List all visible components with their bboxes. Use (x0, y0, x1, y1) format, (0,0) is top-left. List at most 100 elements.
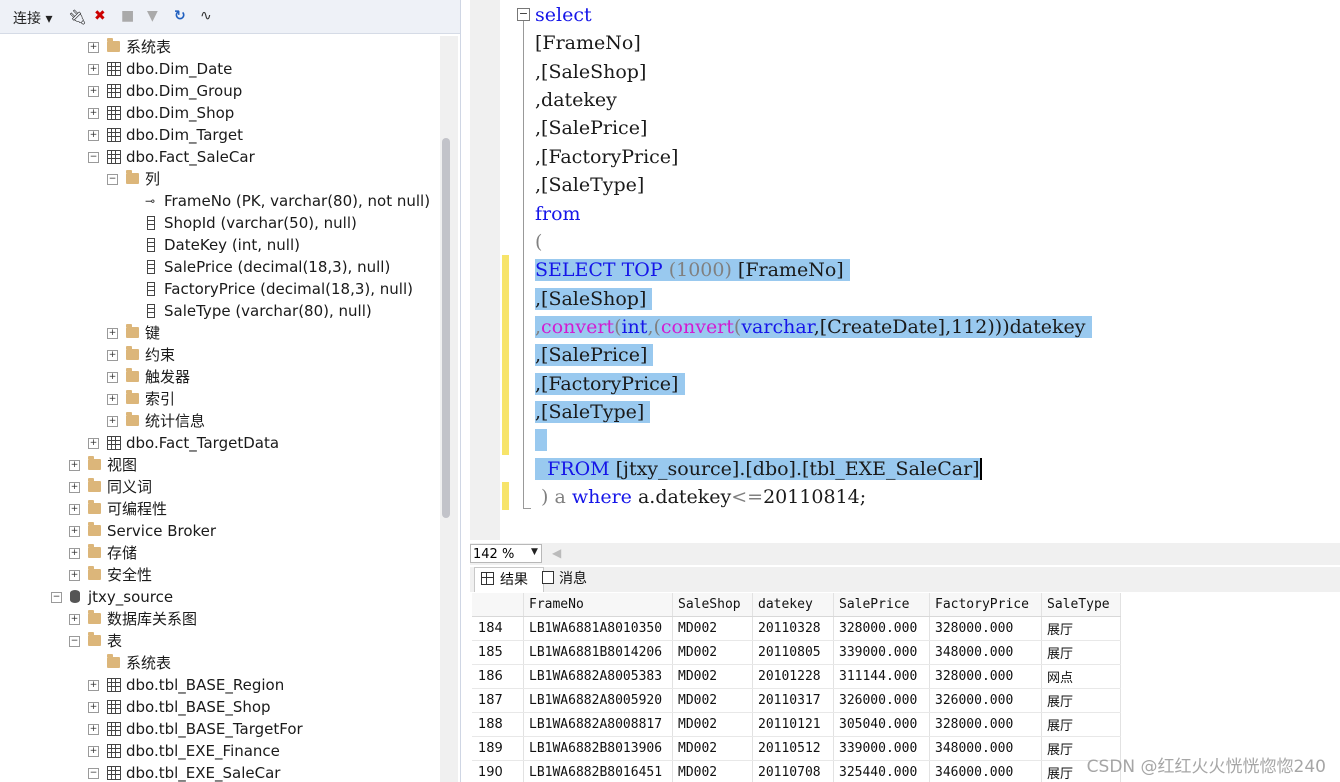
expand-icon[interactable]: + (88, 86, 99, 97)
tree-node-exe-finance[interactable]: + dbo.tbl_EXE_Finance (88, 740, 388, 762)
connect-plug-icon[interactable]: 🔌︎ (68, 8, 87, 26)
tree-node-base-region[interactable]: + dbo.tbl_BASE_Region (88, 674, 388, 696)
row-number[interactable]: 190 (472, 760, 524, 782)
collapse-icon[interactable]: − (107, 174, 118, 185)
table-cell[interactable]: 20110708 (752, 760, 834, 782)
table-cell[interactable]: MD002 (672, 760, 753, 782)
table-cell[interactable]: 346000.000 (929, 760, 1042, 782)
expand-icon[interactable]: + (69, 614, 80, 625)
table-cell[interactable]: 20110512 (752, 736, 834, 761)
tree-node-exe-salecar[interactable]: − dbo.tbl_EXE_SaleCar (88, 762, 388, 782)
table-cell[interactable]: 339000.000 (833, 640, 930, 665)
tree-scrollbar-thumb[interactable] (442, 138, 450, 518)
expand-icon[interactable]: + (88, 42, 99, 53)
expand-icon[interactable]: + (88, 746, 99, 757)
column-header[interactable]: FrameNo (523, 593, 673, 617)
tree-node-dim-group[interactable]: + dbo.Dim_Group (88, 80, 388, 102)
expand-icon[interactable]: + (69, 570, 80, 581)
table-cell[interactable]: LB1WA6882A8005383 (523, 664, 673, 689)
table-cell[interactable]: 305040.000 (833, 712, 930, 737)
table-row[interactable]: 190 LB1WA6882B8016451 MD002 20110708 325440.… (472, 760, 1121, 782)
tree-node-dim-target[interactable]: + dbo.Dim_Target (88, 124, 388, 146)
table-row[interactable]: 185 LB1WA6881B8014206 MD002 20110805 339000.… (472, 640, 1121, 665)
table-cell[interactable]: 20101228 (752, 664, 834, 689)
table-cell[interactable]: 348000.000 (929, 640, 1042, 665)
table-cell[interactable]: MD002 (672, 712, 753, 737)
table-cell[interactable]: 328000.000 (833, 616, 930, 641)
tree-node-col-frameno[interactable]: ⊸ FrameNo (PK, varchar(80), not null) (145, 190, 435, 212)
table-cell[interactable]: MD002 (672, 640, 753, 665)
table-cell[interactable]: 20110328 (752, 616, 834, 641)
table-cell[interactable]: 展厅 (1041, 712, 1121, 737)
table-cell[interactable]: LB1WA6881A8010350 (523, 616, 673, 641)
tree-node-base-targetfor[interactable]: + dbo.tbl_BASE_TargetFor (88, 718, 388, 740)
table-cell[interactable]: 展厅 (1041, 616, 1121, 641)
tree-node-fact-targetdata[interactable]: + dbo.Fact_TargetData (88, 432, 388, 454)
expand-icon[interactable]: + (107, 394, 118, 405)
tree-node-programmability[interactable]: + 可编程性 (69, 498, 369, 520)
tab-results[interactable]: 结果 (474, 567, 544, 592)
tree-node-col-factoryprice[interactable]: FactoryPrice (decimal(18,3), null) (145, 278, 435, 300)
table-cell[interactable]: 325440.000 (833, 760, 930, 782)
collapse-icon[interactable]: − (88, 768, 99, 779)
tree-node-synonyms[interactable]: + 同义词 (69, 476, 369, 498)
expand-icon[interactable]: + (88, 64, 99, 75)
column-header[interactable]: SalePrice (833, 593, 930, 617)
table-cell[interactable]: MD002 (672, 616, 753, 641)
row-number[interactable]: 184 (472, 616, 524, 641)
collapse-icon[interactable]: − (69, 636, 80, 647)
tree-node-db-diagrams[interactable]: + 数据库关系图 (69, 608, 369, 630)
tree-node-col-datekey[interactable]: DateKey (int, null) (145, 234, 435, 256)
tree-node-columns[interactable]: − 列 (107, 168, 407, 190)
table-cell[interactable]: 326000.000 (929, 688, 1042, 713)
expand-icon[interactable]: + (88, 130, 99, 141)
table-cell[interactable]: 展厅 (1041, 688, 1121, 713)
table-cell[interactable]: MD002 (672, 736, 753, 761)
tree-node-system-tables-2[interactable]: 系统表 (88, 652, 388, 674)
table-row[interactable]: 186 LB1WA6882A8005383 MD002 20101228 311144.… (472, 664, 1121, 689)
expand-icon[interactable]: + (69, 504, 80, 515)
table-row[interactable]: 188 LB1WA6882A8008817 MD002 20110121 305040.… (472, 712, 1121, 737)
tree-node-system-tables[interactable]: + 系统表 (88, 36, 388, 58)
tree-node-service-broker[interactable]: + Service Broker (69, 520, 369, 542)
expand-icon[interactable]: + (88, 702, 99, 713)
table-cell[interactable]: 20110317 (752, 688, 834, 713)
scroll-left-icon[interactable]: ◀ (552, 546, 561, 560)
tree-node-col-saleprice[interactable]: SalePrice (decimal(18,3), null) (145, 256, 435, 278)
table-cell[interactable]: 326000.000 (833, 688, 930, 713)
filter-icon[interactable]: ▼ (147, 8, 158, 24)
tree-node-col-shopid[interactable]: ShopId (varchar(50), null) (145, 212, 435, 234)
expand-icon[interactable]: + (69, 482, 80, 493)
table-row[interactable]: 187 LB1WA6882A8005920 MD002 20110317 326000.… (472, 688, 1121, 713)
tree-node-keys[interactable]: + 键 (107, 322, 407, 344)
table-cell[interactable]: MD002 (672, 688, 753, 713)
row-number[interactable]: 188 (472, 712, 524, 737)
row-number[interactable]: 189 (472, 736, 524, 761)
table-cell[interactable]: 348000.000 (929, 736, 1042, 761)
chevron-down-icon[interactable]: ▼ (531, 547, 538, 557)
tree-node-fact-salecar[interactable]: − dbo.Fact_SaleCar (88, 146, 388, 168)
stop-icon[interactable]: ■ (121, 8, 134, 24)
row-number[interactable]: 186 (472, 664, 524, 689)
tree-node-dim-shop[interactable]: + dbo.Dim_Shop (88, 102, 388, 124)
table-cell[interactable]: 20110805 (752, 640, 834, 665)
collapse-icon[interactable]: − (88, 152, 99, 163)
table-cell[interactable]: LB1WA6882B8016451 (523, 760, 673, 782)
table-cell[interactable]: 网点 (1041, 664, 1121, 689)
table-cell[interactable]: 328000.000 (929, 616, 1042, 641)
expand-icon[interactable]: + (69, 460, 80, 471)
tree-node-col-saletype[interactable]: SaleType (varchar(80), null) (145, 300, 435, 322)
expand-icon[interactable]: + (69, 548, 80, 559)
row-number[interactable]: 187 (472, 688, 524, 713)
activity-monitor-icon[interactable]: ∿ (200, 8, 212, 24)
table-cell[interactable]: MD002 (672, 664, 753, 689)
tree-node-triggers[interactable]: + 触发器 (107, 366, 407, 388)
table-cell[interactable]: 339000.000 (833, 736, 930, 761)
tab-messages[interactable]: 消息 (538, 567, 606, 591)
expand-icon[interactable]: + (69, 526, 80, 537)
expand-icon[interactable]: + (107, 372, 118, 383)
table-cell[interactable]: 311144.000 (833, 664, 930, 689)
connect-dropdown[interactable]: 连接 ▾ (13, 8, 52, 28)
tree-node-views[interactable]: + 视图 (69, 454, 369, 476)
tree-node-dim-date[interactable]: + dbo.Dim_Date (88, 58, 388, 80)
